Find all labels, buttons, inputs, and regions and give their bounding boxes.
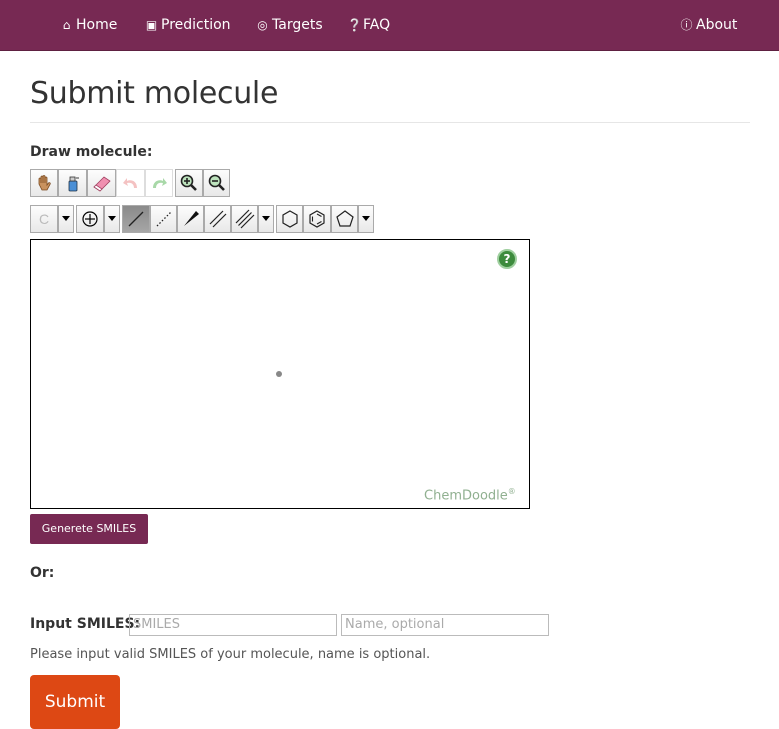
chemdoodle-brand: ChemDoodle® (424, 487, 516, 503)
canvas-center-dot (276, 371, 282, 377)
nav-faq-label: FAQ (363, 17, 391, 33)
single-bond-button[interactable] (122, 205, 150, 233)
dashed-bond-button[interactable] (150, 205, 177, 233)
name-input[interactable]: Name, optional (341, 614, 549, 636)
element-dropdown-button[interactable] (58, 205, 74, 233)
charge-dropdown-button[interactable] (104, 205, 120, 233)
benzene-button[interactable] (303, 205, 331, 233)
home-icon: ⌂ (62, 18, 71, 32)
zoom-out-button[interactable] (203, 169, 230, 197)
benzene-icon (309, 210, 325, 228)
draw-molecule-label: Draw molecule: (30, 144, 153, 160)
nav-home-label: Home (76, 17, 118, 33)
nav-targets-label: Targets (272, 17, 323, 33)
element-label: C (38, 211, 50, 227)
wedge-bond-icon (183, 211, 199, 226)
brand-text: ChemDoodle (424, 488, 508, 504)
triple-bond-icon (235, 209, 254, 229)
nav-home[interactable]: ⌂ Home (60, 0, 118, 50)
hand-icon (38, 175, 51, 191)
cyclopentane-button[interactable] (331, 205, 358, 233)
undo-icon (122, 178, 137, 188)
dashed-bond-icon (156, 211, 171, 227)
question-icon: ❔ (347, 18, 362, 32)
charge-tool-button[interactable] (76, 205, 104, 233)
redo-icon (153, 178, 167, 188)
help-glyph: ? (503, 252, 511, 266)
help-icon[interactable]: ? (497, 249, 517, 269)
eraser-icon (92, 176, 111, 192)
smiles-label: Input SMILES: (30, 616, 141, 632)
page-title: Submit molecule (30, 76, 279, 111)
nav-about-label: About (696, 17, 738, 33)
name-placeholder: Name, optional (345, 617, 445, 632)
navbar: ⌂ Home ▣ Prediction ◎ Targets ❔FAQ ⓘ About (0, 0, 779, 51)
caret-down-icon (108, 216, 116, 221)
caret-down-icon (362, 216, 370, 221)
ring-dropdown-button[interactable] (358, 205, 374, 233)
redo-button[interactable] (145, 169, 173, 197)
plus-circle-icon (82, 211, 98, 227)
medkit-icon: ▣ (145, 18, 158, 32)
zoom-in-button[interactable] (175, 169, 203, 197)
info-icon: ⓘ (680, 18, 693, 32)
or-label: Or: (30, 565, 55, 581)
cyclohexane-button[interactable] (276, 205, 303, 233)
erase-tool-button[interactable] (87, 169, 116, 197)
zoom-in-icon (180, 174, 197, 191)
nav-prediction-label: Prediction (161, 17, 231, 33)
undo-button[interactable] (116, 169, 145, 197)
double-bond-icon (209, 210, 226, 228)
target-icon: ◎ (257, 18, 268, 32)
smiles-placeholder: SMILES (133, 617, 181, 632)
title-divider (30, 122, 750, 123)
generate-smiles-button[interactable]: Generete SMILES (30, 514, 148, 544)
hexagon-icon (281, 210, 298, 228)
wedge-bond-button[interactable] (177, 205, 204, 233)
bond-dropdown-button[interactable] (258, 205, 274, 233)
single-bond-icon (128, 211, 144, 227)
nav-targets[interactable]: ◎ Targets (256, 0, 323, 50)
caret-down-icon (62, 216, 70, 221)
pentagon-icon (335, 210, 354, 227)
pan-tool-button[interactable] (30, 169, 58, 197)
caret-down-icon (262, 216, 270, 221)
triple-bond-button[interactable] (231, 205, 258, 233)
zoom-out-icon (208, 174, 225, 191)
smiles-input[interactable]: SMILES (129, 614, 337, 636)
clear-tool-button[interactable] (58, 169, 87, 197)
smiles-help-text: Please input valid SMILES of your molecu… (30, 647, 431, 662)
double-bond-button[interactable] (204, 205, 231, 233)
spray-bottle-icon (68, 176, 79, 192)
nav-faq[interactable]: ❔FAQ (347, 0, 390, 50)
nav-prediction[interactable]: ▣ Prediction (145, 0, 231, 50)
element-select-button[interactable]: C (30, 205, 58, 233)
brand-mark: ® (507, 487, 516, 496)
nav-about[interactable]: ⓘ About (680, 0, 737, 50)
submit-button[interactable]: Submit (30, 675, 120, 729)
